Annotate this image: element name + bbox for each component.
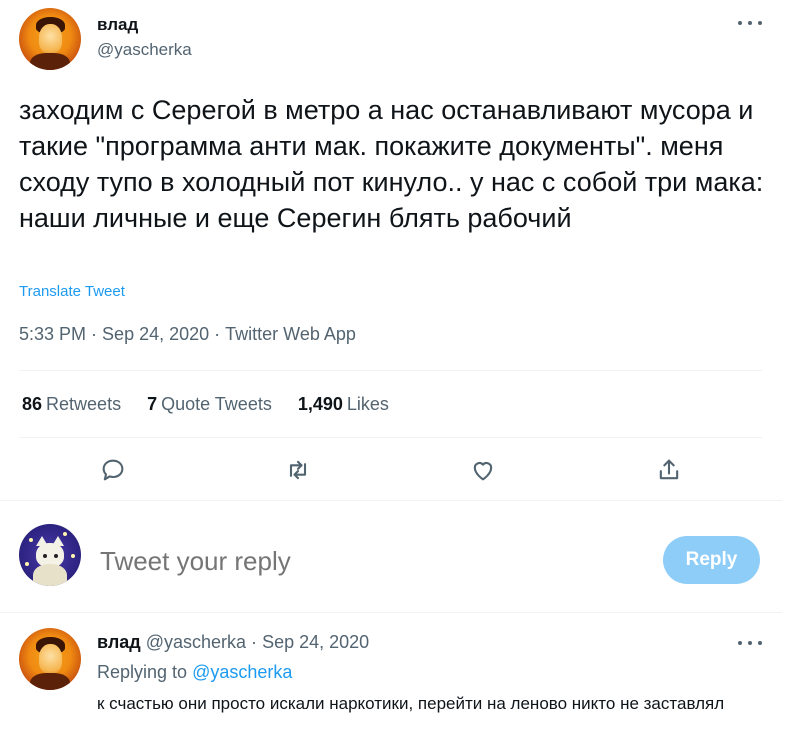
reply-separator: · — [251, 632, 258, 652]
tweet-stats: 86 Retweets 7 Quote Tweets 1,490 Likes — [22, 394, 389, 415]
reply-author-handle[interactable]: @yascherka — [146, 632, 246, 652]
author-avatar[interactable] — [19, 8, 81, 70]
reply-author-name[interactable]: влад — [97, 632, 141, 652]
meta-separator: · — [91, 324, 98, 344]
tweet-text: заходим с Серегой в метро а нас останавл… — [19, 95, 764, 233]
replying-to-line: Replying to @yascherka — [97, 662, 292, 683]
reply-button[interactable]: Reply — [663, 536, 760, 584]
quote-tweets-stat[interactable]: 7 Quote Tweets — [147, 394, 272, 415]
reply-input[interactable] — [100, 546, 600, 577]
quotes-label: Quote Tweets — [161, 394, 272, 414]
meta-separator: · — [214, 324, 221, 344]
tweet-actions — [0, 451, 800, 491]
likes-count: 1,490 — [297, 394, 343, 414]
replying-prefix: Replying to — [97, 662, 188, 682]
heart-icon[interactable] — [464, 451, 502, 489]
likes-stat[interactable]: 1,490 Likes — [298, 394, 389, 415]
divider — [19, 370, 762, 371]
divider — [0, 612, 782, 613]
avatar-face — [38, 24, 63, 54]
retweets-stat[interactable]: 86 Retweets — [22, 394, 121, 415]
retweets-label: Retweets — [46, 394, 122, 414]
share-icon[interactable] — [650, 451, 688, 489]
likes-label: Likes — [346, 394, 389, 414]
tweet-meta: 5:33 PM · Sep 24, 2020 · Twitter Web App — [19, 324, 356, 345]
author-name[interactable]: влад — [97, 15, 138, 35]
translate-tweet-link[interactable]: Translate Tweet — [19, 283, 125, 300]
reply-header: влад @yascherka · Sep 24, 2020 — [97, 632, 369, 653]
tweet-time[interactable]: 5:33 PM — [19, 324, 86, 344]
reply-text: к счастью они просто искали наркотики, п… — [97, 694, 725, 713]
avatar-body — [30, 52, 70, 70]
tweet-source[interactable]: Twitter Web App — [225, 324, 356, 344]
more-horizontal-icon[interactable] — [738, 636, 762, 650]
divider — [0, 500, 782, 501]
reply-date[interactable]: Sep 24, 2020 — [262, 632, 369, 652]
tweet-date[interactable]: Sep 24, 2020 — [102, 324, 209, 344]
retweet-icon[interactable] — [279, 451, 317, 489]
quotes-count: 7 — [147, 394, 158, 414]
user-avatar[interactable] — [19, 524, 81, 586]
reply-author-avatar[interactable] — [19, 628, 81, 690]
replying-to-link[interactable]: @yascherka — [192, 662, 292, 682]
retweets-count: 86 — [22, 394, 43, 414]
divider — [19, 437, 762, 438]
author-handle[interactable]: @yascherka — [97, 40, 192, 60]
more-horizontal-icon[interactable] — [738, 16, 762, 30]
reply-icon[interactable] — [94, 451, 132, 489]
